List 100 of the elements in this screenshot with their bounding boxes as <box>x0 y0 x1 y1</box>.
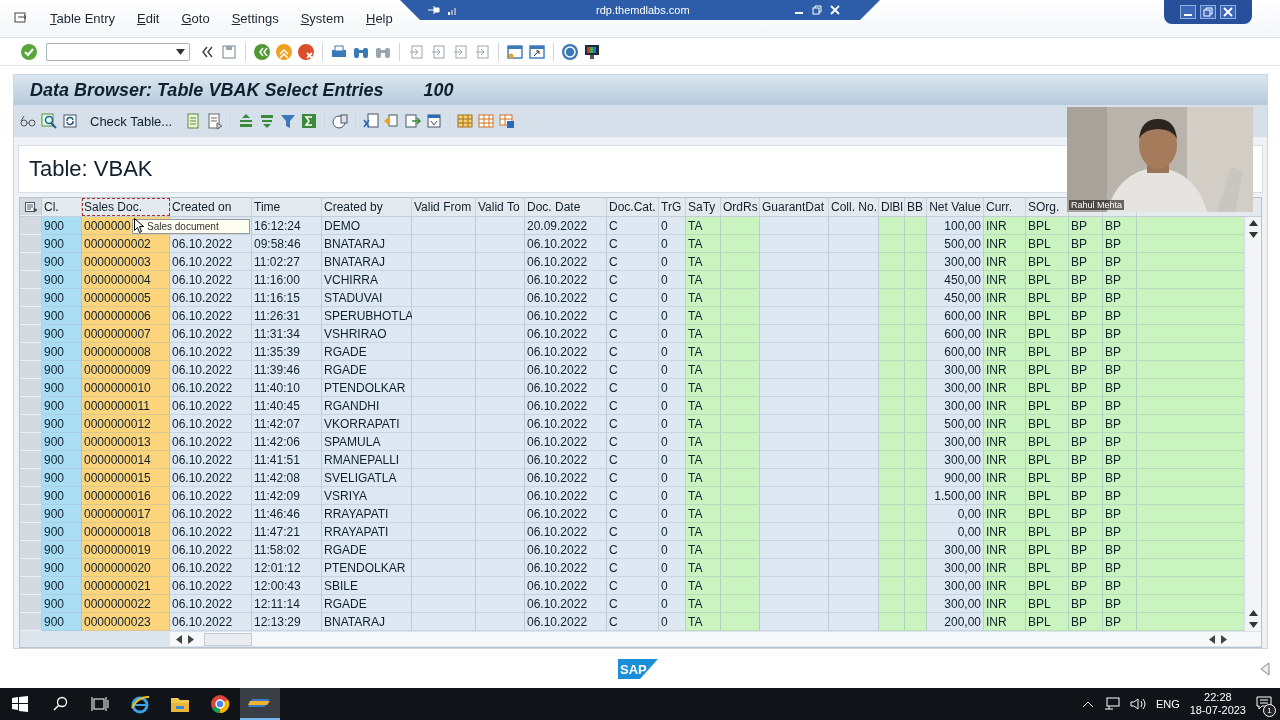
cancel-icon[interactable] <box>297 42 315 61</box>
system-menu-icon[interactable] <box>14 11 28 26</box>
graphic-icon[interactable] <box>331 112 350 131</box>
menu-item[interactable]: Goto <box>181 10 210 26</box>
column-header[interactable]: Doc. Date <box>525 198 607 217</box>
caret-icon[interactable] <box>1081 700 1094 708</box>
browser-icon[interactable] <box>210 694 230 714</box>
restore-icon[interactable] <box>812 5 822 15</box>
column-header[interactable]: Created by <box>322 198 412 217</box>
search-icon[interactable] <box>40 112 58 131</box>
save-layout-icon[interactable] <box>498 112 517 131</box>
table-cell: C <box>607 613 659 632</box>
status-toggle-icon[interactable] <box>1260 661 1270 676</box>
table-cell: 06.10.2022 <box>170 523 252 542</box>
layout-grid-icon[interactable] <box>456 112 475 131</box>
menu-item[interactable]: Table Entry <box>50 10 116 26</box>
new-window-icon[interactable] <box>506 42 524 61</box>
check-icon[interactable] <box>20 42 38 61</box>
change-layout-icon[interactable] <box>477 112 496 131</box>
word-processing-icon[interactable] <box>425 112 444 131</box>
table-cell: BP <box>1103 253 1137 272</box>
column-header[interactable]: Net Value <box>927 198 984 217</box>
send-icon[interactable] <box>404 112 423 131</box>
back-icon[interactable] <box>253 42 271 61</box>
restore-icon[interactable] <box>1200 5 1216 19</box>
volume-icon[interactable] <box>1129 697 1146 711</box>
scroll-right-icon[interactable] <box>1221 634 1227 644</box>
menu-item[interactable]: Settings <box>231 10 279 26</box>
table-cell: BP <box>1103 397 1137 416</box>
scroll-up-icon[interactable] <box>1248 610 1258 617</box>
column-header[interactable]: SaTy <box>686 198 721 217</box>
column-header[interactable]: TrG <box>659 198 686 217</box>
search-icon[interactable] <box>52 696 68 712</box>
sum-icon[interactable] <box>300 112 319 131</box>
menu-item[interactable]: System <box>300 10 344 26</box>
column-header[interactable]: DlBl <box>879 198 905 217</box>
e-browser-icon[interactable] <box>130 694 150 714</box>
column-header[interactable]: Cl. <box>42 198 82 217</box>
table-cell: 06.10.2022 <box>170 253 252 272</box>
table-cell: BP <box>1103 577 1137 596</box>
pin-icon[interactable] <box>428 5 440 15</box>
start-icon[interactable] <box>12 696 28 712</box>
network-icon[interactable] <box>1103 697 1120 711</box>
help-icon[interactable] <box>561 42 579 61</box>
column-header[interactable]: Doc.Cat. <box>607 198 659 217</box>
minimize-icon[interactable] <box>1180 5 1196 19</box>
scroll-up-icon[interactable] <box>1248 220 1258 227</box>
language-indicator[interactable]: ENG <box>1155 698 1180 710</box>
table-cell: 0 <box>659 307 686 326</box>
column-header[interactable]: Created on <box>170 198 252 217</box>
column-header[interactable]: Curr. <box>984 198 1026 217</box>
table-cell: BPL <box>1026 559 1069 578</box>
column-header[interactable]: GuarantDat <box>760 198 829 217</box>
table-cell: 06.10.2022 <box>525 415 607 434</box>
column-header[interactable]: Time <box>252 198 322 217</box>
table-cell: INR <box>984 523 1026 542</box>
column-header[interactable]: OrdRs <box>721 198 760 217</box>
table-cell: BP <box>1069 559 1103 578</box>
table-cell: BP <box>1103 379 1137 398</box>
task-view-icon[interactable] <box>91 696 109 712</box>
refresh-icon[interactable] <box>61 112 79 131</box>
table-cell: INR <box>984 307 1026 326</box>
dropdown-icon[interactable] <box>176 48 185 55</box>
scroll-left-icon[interactable] <box>176 634 182 644</box>
scroll-down-icon[interactable] <box>1248 622 1258 629</box>
column-header[interactable]: BB <box>905 198 927 217</box>
folder-icon[interactable] <box>170 695 190 713</box>
filter-icon[interactable] <box>279 112 298 131</box>
table-cell: C <box>607 559 659 578</box>
table-settings-icon[interactable] <box>24 201 37 212</box>
spreadsheet-icon[interactable] <box>362 112 381 131</box>
table-cell: TA <box>686 397 721 416</box>
app-icon[interactable] <box>248 697 272 709</box>
check-table-button[interactable]: Check Table... <box>86 111 177 131</box>
monitor-icon[interactable] <box>583 42 601 61</box>
column-header[interactable]: Valid From <box>412 198 476 217</box>
table-cell: 1.500,00 <box>927 487 984 506</box>
table-cell: 06.10.2022 <box>170 595 252 614</box>
column-header[interactable]: Valid To <box>476 198 525 217</box>
table-cell: C <box>607 415 659 434</box>
menu-item[interactable]: Edit <box>137 10 160 26</box>
table-cell: BPL <box>1026 289 1069 308</box>
scroll-left-icon[interactable] <box>1209 634 1215 644</box>
scroll-right-icon[interactable] <box>188 634 194 644</box>
close-icon[interactable] <box>1220 5 1236 19</box>
column-header[interactable]: Sales Doc. <box>82 198 170 217</box>
scroll-down-icon[interactable] <box>1248 232 1258 239</box>
column-header[interactable]: Coll. No. <box>829 198 879 217</box>
exit-icon[interactable] <box>275 42 293 61</box>
notification-icon[interactable] <box>1256 695 1272 711</box>
table-cell: 300,00 <box>927 451 984 470</box>
table-cell: C <box>607 217 659 236</box>
table-cell: TA <box>686 379 721 398</box>
shortcut-icon[interactable] <box>528 42 546 61</box>
table-cell: BPL <box>1026 541 1069 560</box>
menu-item[interactable]: Help <box>366 10 393 26</box>
table-cell: 06.10.2022 <box>170 289 252 308</box>
scrollbar-thumb[interactable] <box>204 632 252 646</box>
choose-icon[interactable] <box>206 112 225 131</box>
command-field[interactable] <box>46 42 190 61</box>
